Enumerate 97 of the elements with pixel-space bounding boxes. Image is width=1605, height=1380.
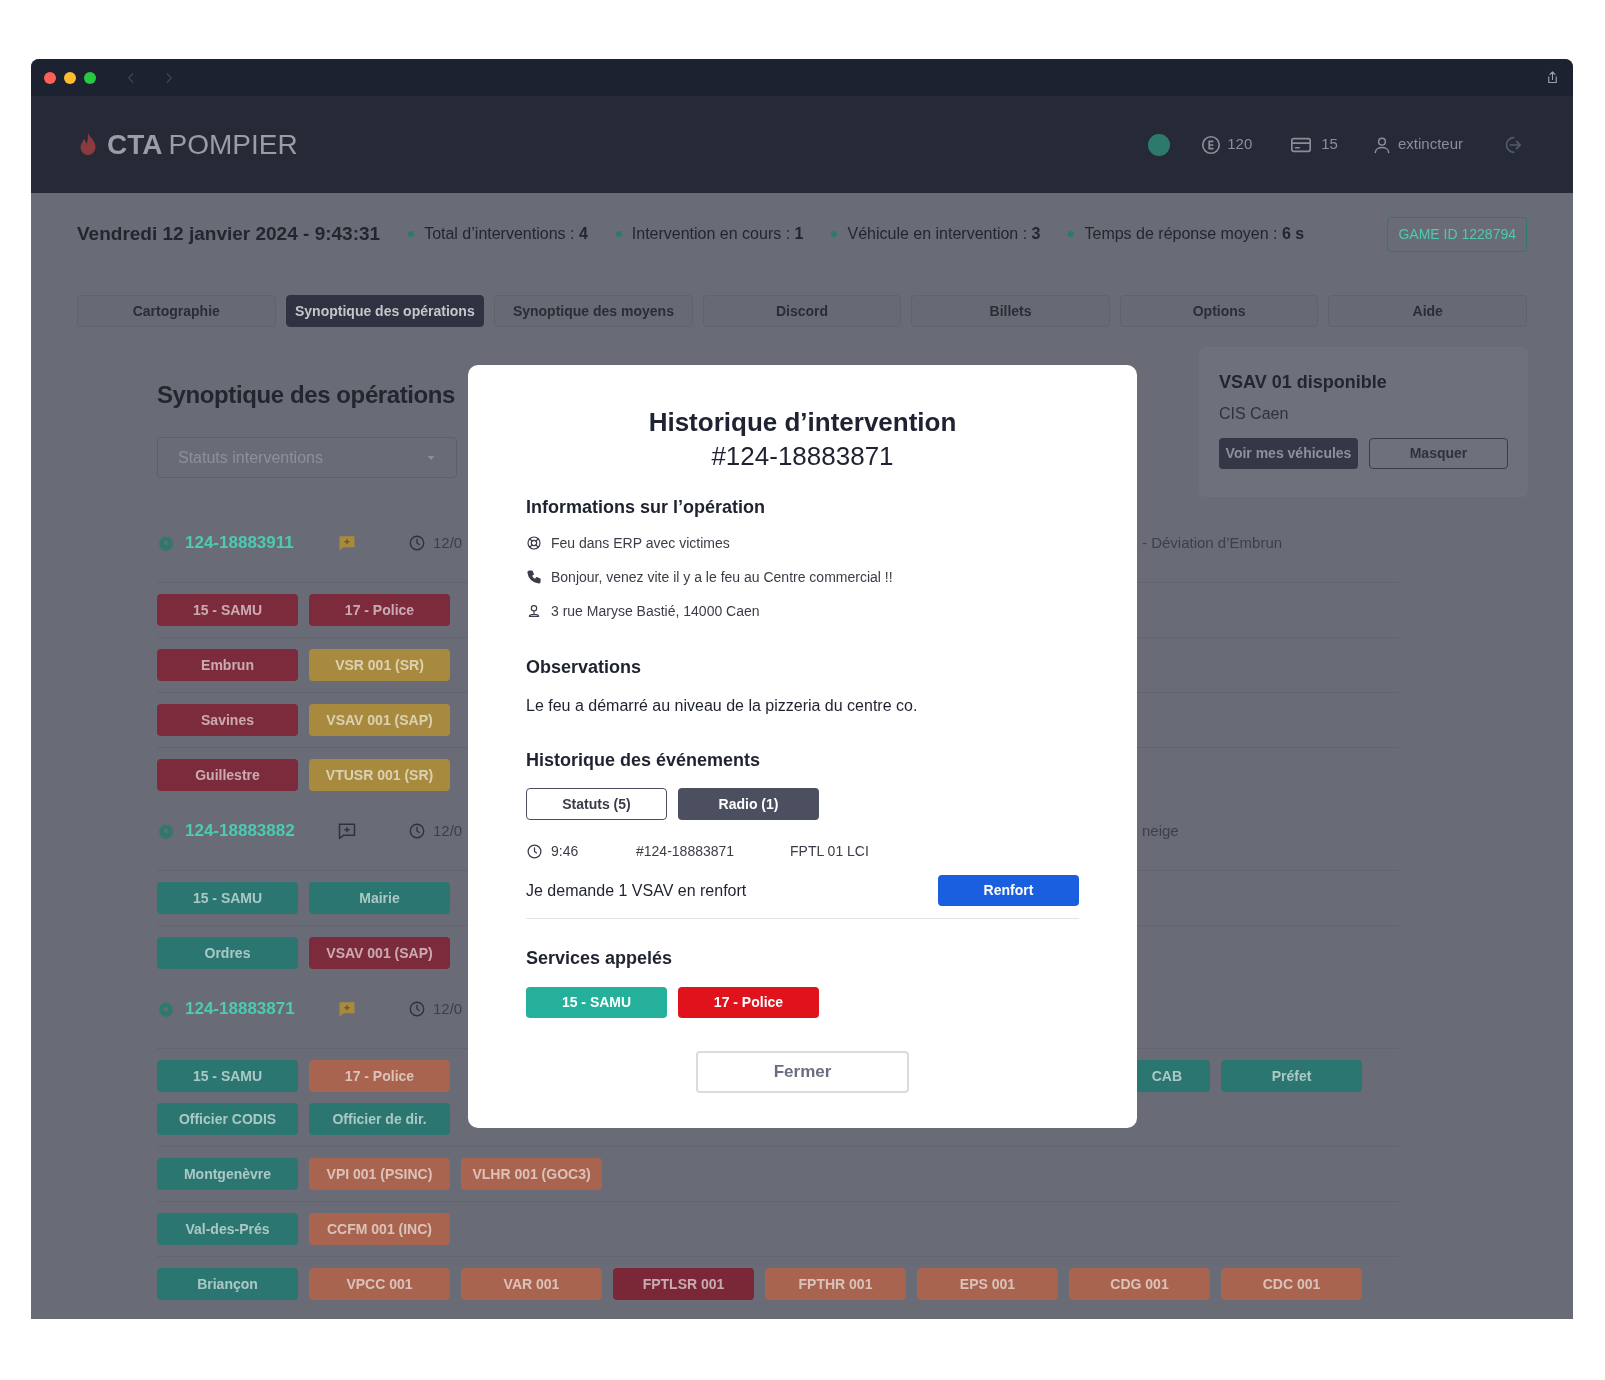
share-icon[interactable] (1545, 70, 1560, 85)
event-time: 9:46 (551, 841, 580, 861)
info-text: Feu dans ERP avec victimes (551, 533, 730, 553)
info-text: 3 rue Maryse Bastié, 14000 Caen (551, 601, 760, 621)
tab[interactable]: Aide (1328, 295, 1527, 327)
service-tag: 15 - SAMU (157, 594, 298, 626)
bullet-icon (1068, 231, 1075, 237)
section-heading: Services appelés (526, 947, 674, 970)
window-control-icon[interactable] (64, 71, 76, 84)
service-tag: EPS 001 (917, 1268, 1058, 1300)
service-tag: 17 - Police (309, 594, 450, 626)
service-tag: VTUSR 001 (SR) (309, 759, 450, 791)
service-tag: Ordres (157, 937, 298, 969)
service-tag: VSR 001 (SR) (309, 649, 450, 681)
service-tag: Savines (157, 704, 298, 736)
gear-icon (157, 534, 175, 552)
section-heading: Informations sur l’opération (526, 496, 767, 519)
service-tag: CDC 001 (1221, 1268, 1362, 1300)
service-tag: Mairie (309, 882, 450, 914)
service-tag: VPI 001 (PSINC) (309, 1158, 450, 1190)
bullet-icon (615, 231, 622, 237)
person-pin-icon (526, 603, 542, 619)
stat-text: Temps de réponse moyen : 6 s (1084, 224, 1305, 244)
operation-id[interactable]: 124-18883911 (185, 530, 337, 556)
stat-text: Intervention en cours : 1 (631, 224, 804, 244)
username: extincteur (1397, 134, 1463, 155)
history-tab[interactable]: Radio (1) (678, 788, 819, 820)
service-tag: CDG 001 (1069, 1268, 1210, 1300)
coin-icon (1200, 133, 1223, 156)
window-control-icon[interactable] (44, 71, 56, 84)
service-tag: Préfet (1221, 1060, 1362, 1092)
service-tag: VAR 001 (461, 1268, 602, 1300)
notification-subtitle: CIS Caen (1219, 404, 1290, 424)
stat-text: Véhicule en intervention : 3 (847, 224, 1041, 244)
service-tag: VSAV 001 (SAP) (309, 937, 450, 969)
service-tag: 17 - Police (678, 987, 819, 1018)
event-reference: #124-18883871 (636, 841, 736, 861)
event-message: Je demande 1 VSAV en renfort (526, 880, 747, 901)
clock-icon (408, 1000, 426, 1018)
hide-button[interactable]: Masquer (1369, 438, 1508, 469)
history-tab[interactable]: Statuts (5) (526, 788, 667, 820)
phone-icon (526, 569, 542, 585)
stat-text: Total d’interventions : 4 (424, 224, 588, 244)
service-tag: 15 - SAMU (526, 987, 667, 1018)
bullet-icon (408, 231, 415, 237)
message-icon[interactable] (337, 999, 357, 1019)
date-time: Vendredi 12 janvier 2024 - 9:43:31 (77, 221, 381, 246)
service-tag: FPTLSR 001 (613, 1268, 754, 1300)
event-unit: FPTL 01 LCI (790, 841, 869, 861)
service-tag: CCFM 001 (INC) (309, 1213, 450, 1245)
tab[interactable]: Discord (702, 295, 902, 327)
game-id-badge: GAME ID 1228794 (1387, 216, 1527, 252)
lifebuoy-icon (526, 535, 542, 551)
close-button[interactable]: Fermer (696, 1051, 909, 1093)
bullet-icon (831, 231, 838, 237)
service-tag: Officier de dir. (309, 1103, 450, 1135)
page-title: Synoptique des opérations (157, 380, 456, 410)
operation-id[interactable]: 124-18883871 (185, 996, 337, 1022)
coin-count: 120 (1227, 134, 1253, 155)
tab[interactable]: Synoptique des moyens (494, 295, 693, 327)
info-text: Bonjour, venez vite il y a le feu au Centre commercial !! (551, 567, 893, 587)
ticket-count: 15 (1321, 134, 1338, 155)
message-icon[interactable] (337, 533, 357, 553)
clock-icon (526, 842, 543, 860)
tab[interactable]: Billets (911, 295, 1110, 327)
service-tag: Val-des-Prés (157, 1213, 298, 1245)
app-logo: CTA POMPIER (107, 127, 298, 162)
tab[interactable]: Options (1119, 295, 1319, 327)
tab[interactable]: Cartographie (77, 295, 276, 327)
service-tag: Officier CODIS (157, 1103, 298, 1135)
clock-icon (408, 822, 426, 840)
gear-icon (157, 822, 175, 840)
observations-text: Le feu a démarré au niveau de la pizzeria du centre co. (526, 696, 919, 716)
service-tag: Embrun (157, 649, 298, 681)
notification-title: VSAV 01 disponible (1219, 371, 1388, 394)
intervention-number: #124-18883871 (710, 440, 895, 473)
service-tag: VLHR 001 (GOC3) (461, 1158, 602, 1190)
tab[interactable]: Synoptique des opérations (285, 295, 485, 327)
modal-title: Historique d’intervention (647, 406, 958, 439)
service-tag: VPCC 001 (309, 1268, 450, 1300)
reinforcement-button[interactable]: Renfort (938, 875, 1079, 906)
section-heading: Observations (526, 656, 643, 679)
service-tag: Briançon (157, 1268, 298, 1300)
service-tag: FPTHR 001 (765, 1268, 906, 1300)
service-tag: 17 - Police (309, 1060, 450, 1092)
service-tag: Montgenèvre (157, 1158, 298, 1190)
window-control-icon[interactable] (84, 71, 96, 84)
clock-icon (408, 534, 426, 552)
service-tag: 15 - SAMU (157, 882, 298, 914)
section-heading: Historique des événements (526, 749, 762, 772)
gear-icon (157, 1000, 175, 1018)
message-icon[interactable] (337, 821, 357, 841)
view-vehicles-button[interactable]: Voir mes véhicules (1219, 438, 1358, 469)
service-tag: 15 - SAMU (157, 1060, 298, 1092)
operation-id[interactable]: 124-18883882 (185, 818, 337, 844)
service-tag: Guillestre (157, 759, 298, 791)
service-tag: VSAV 001 (SAP) (309, 704, 450, 736)
